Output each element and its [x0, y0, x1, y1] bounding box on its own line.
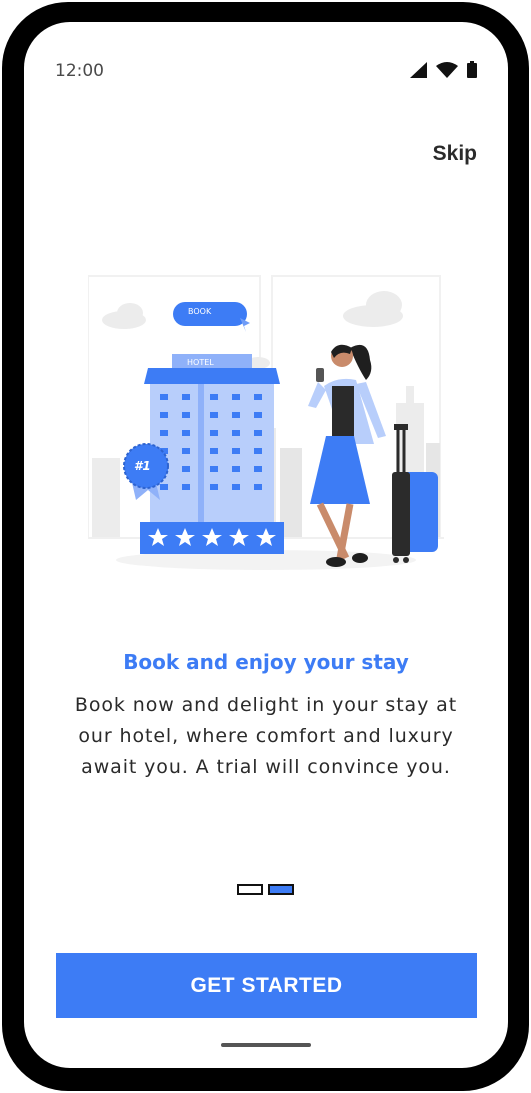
status-time: 12:00 — [55, 61, 104, 81]
page-dot-1[interactable] — [237, 884, 263, 895]
onboarding-title: Book and enjoy your stay — [123, 650, 409, 674]
app-screen: 12:00 Skip BOOK HOTEL #1 Book and enjoy … — [24, 22, 508, 1068]
get-started-button[interactable]: GET STARTED — [56, 953, 477, 1018]
page-dot-2-active[interactable] — [268, 884, 294, 895]
status-icons — [410, 61, 477, 82]
hotel-sign-label: HOTEL — [187, 358, 214, 367]
wifi-icon — [436, 61, 458, 82]
onboarding-description: Book now and delight in your stay at our… — [74, 694, 458, 778]
cellular-signal-icon — [410, 61, 427, 82]
skip-button[interactable]: Skip — [433, 142, 477, 166]
hotel-booking-illustration: BOOK HOTEL #1 — [87, 268, 444, 578]
battery-icon — [467, 61, 477, 82]
book-pill-label: BOOK — [188, 307, 212, 316]
home-indicator[interactable] — [221, 1043, 311, 1047]
page-indicator — [237, 884, 294, 895]
badge-label: #1 — [134, 459, 151, 473]
